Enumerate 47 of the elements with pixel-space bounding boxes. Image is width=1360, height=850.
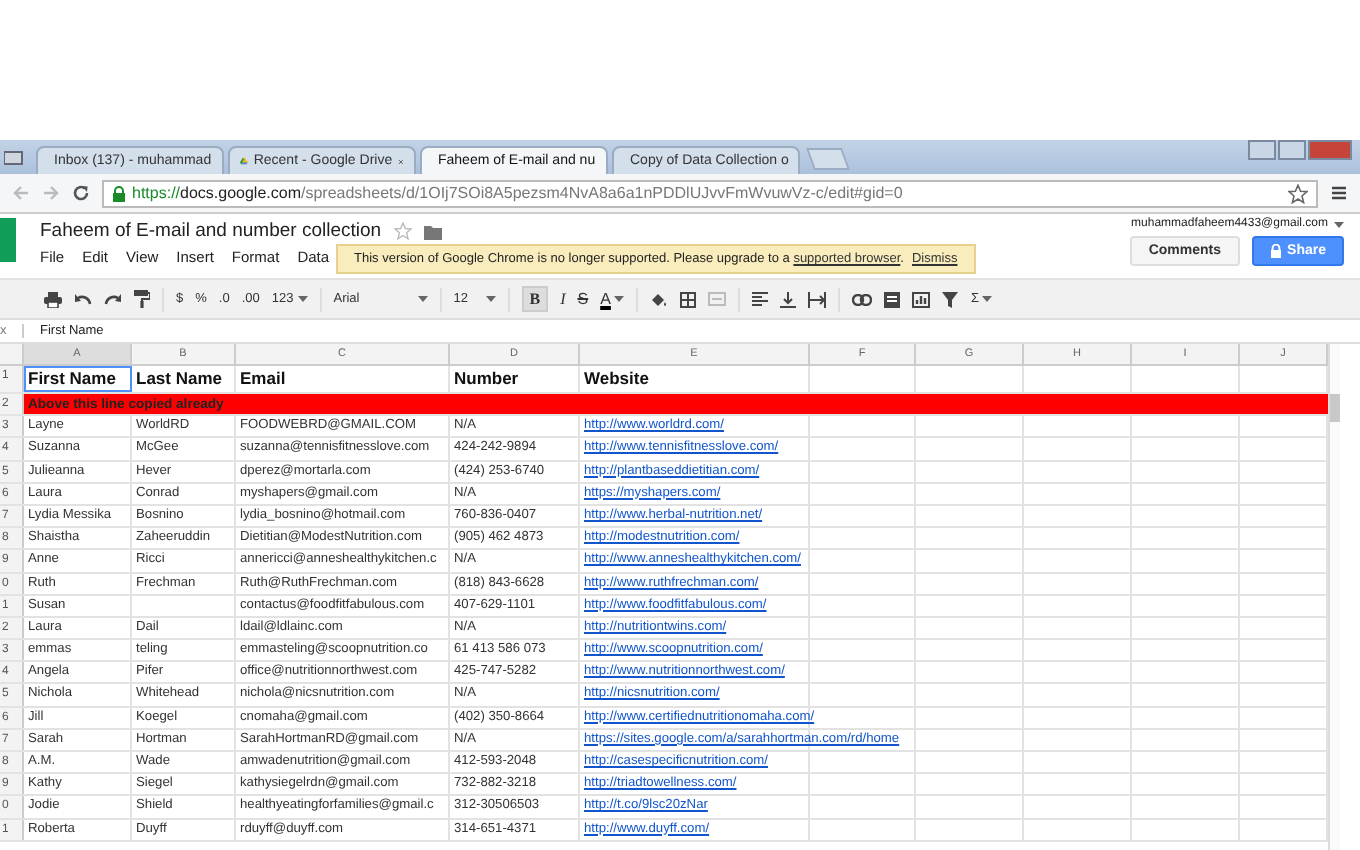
window-controls[interactable]: [1248, 140, 1352, 160]
lock-icon: [112, 185, 126, 201]
redo-icon[interactable]: [104, 292, 122, 306]
italic-button[interactable]: I: [560, 290, 566, 308]
caret-icon[interactable]: [417, 296, 428, 302]
scrollbar-thumb[interactable]: [1330, 394, 1340, 422]
align-left-icon[interactable]: [752, 292, 769, 306]
strikethrough-button[interactable]: S: [577, 290, 589, 308]
menu-icon[interactable]: [1330, 184, 1348, 202]
table-cell[interactable]: Email: [236, 366, 450, 392]
chart-icon[interactable]: [912, 291, 931, 307]
scrollbar[interactable]: [1328, 344, 1340, 850]
merge-cells-icon[interactable]: [708, 292, 727, 306]
reload-icon[interactable]: [72, 184, 90, 202]
folder-icon[interactable]: [423, 223, 442, 239]
forward-arrow-icon[interactable]: [42, 184, 60, 202]
borders-icon[interactable]: [680, 291, 697, 307]
table-cell[interactable]: Last Name: [132, 366, 236, 392]
paint-bucket-icon[interactable]: [650, 291, 669, 307]
star-icon[interactable]: [393, 222, 412, 240]
caret-icon[interactable]: [485, 296, 496, 302]
comment-icon[interactable]: [884, 291, 901, 307]
address-field[interactable]: https://docs.google.com/spreadsheets/d/1OIj7SOi8A5pezsm4NvA8a6a1nPDDlUJvvFmWvuwVz-c/edit#gid=0: [102, 179, 1318, 207]
bold-button[interactable]: B: [521, 286, 549, 312]
paint-roller-icon[interactable]: [134, 290, 150, 308]
caret-icon[interactable]: [614, 296, 625, 302]
table-cell[interactable]: First Name: [24, 366, 132, 392]
back-arrow-icon[interactable]: [12, 184, 30, 202]
window-icon: [4, 149, 24, 165]
lock-icon: [1269, 244, 1282, 258]
new-tab-button[interactable]: [806, 148, 850, 170]
table-cell[interactable]: Website: [580, 366, 810, 392]
filter-icon[interactable]: [942, 291, 959, 307]
text-wrap-icon[interactable]: [808, 291, 827, 307]
caret-icon[interactable]: [1334, 221, 1344, 227]
star-icon[interactable]: [1288, 183, 1308, 203]
caret-icon[interactable]: [982, 296, 993, 302]
align-bottom-icon[interactable]: [780, 291, 797, 307]
document-title[interactable]: Faheem of E-mail and number collection: [40, 220, 382, 242]
triangle-icon: [240, 154, 248, 168]
caret-icon[interactable]: [297, 296, 308, 302]
print-icon[interactable]: [44, 291, 62, 307]
undo-icon[interactable]: [74, 292, 92, 306]
table-cell[interactable]: Number: [450, 366, 580, 392]
link-icon[interactable]: [852, 293, 873, 305]
text-color-button[interactable]: A: [600, 290, 611, 308]
sheets-logo[interactable]: [0, 218, 16, 262]
